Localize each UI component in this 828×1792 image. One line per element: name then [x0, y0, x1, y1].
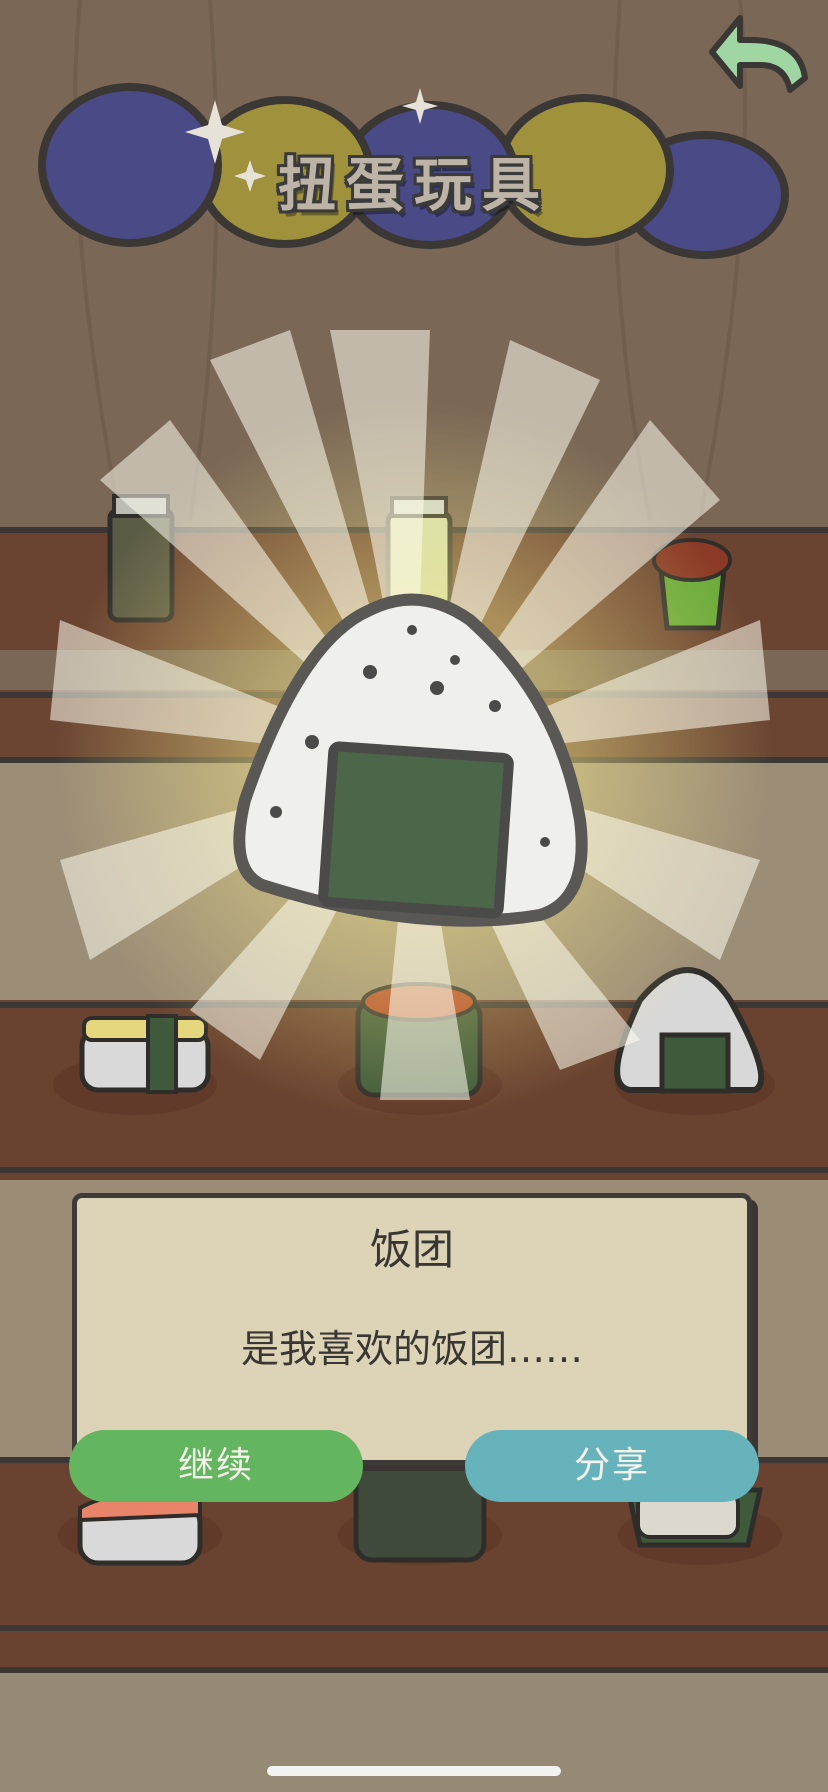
reward-dialog: 饭团 是我喜欢的饭团……: [72, 1193, 752, 1465]
page-title: 扭蛋玩具: [277, 151, 550, 219]
reward-item-name: 饭团: [369, 1225, 454, 1274]
home-indicator[interactable]: [267, 1766, 561, 1776]
continue-button[interactable]: 继续: [69, 1430, 363, 1502]
back-button[interactable]: [710, 14, 814, 98]
game-scene: [0, 0, 828, 1792]
reward-description: 是我喜欢的饭团……: [240, 1327, 583, 1371]
salmon-sushi-icon: [58, 1492, 222, 1566]
share-button[interactable]: 分享: [465, 1430, 759, 1502]
